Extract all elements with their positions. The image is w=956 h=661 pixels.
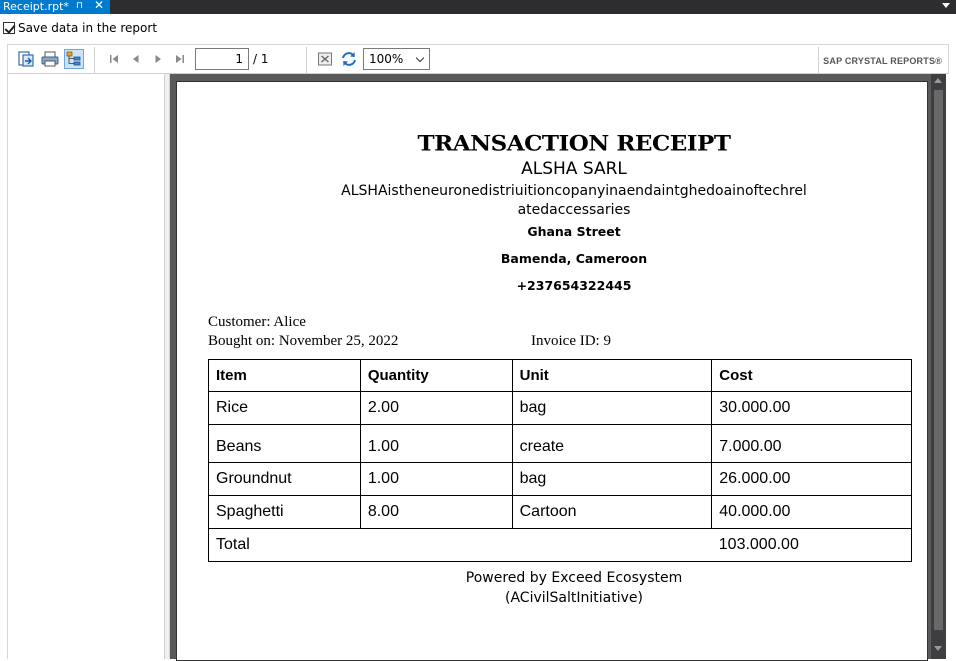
column-header-cost: Cost xyxy=(711,359,912,392)
toolbar-separator xyxy=(818,47,819,73)
document-tab-title: Receipt.rpt* xyxy=(3,0,69,13)
save-data-checkbox[interactable] xyxy=(3,22,15,34)
vertical-scrollbar[interactable] xyxy=(931,74,946,659)
export-button[interactable] xyxy=(16,49,36,69)
total-value: 103.000.00 xyxy=(711,528,912,562)
customer-line: Customer: Alice xyxy=(208,314,306,330)
toolbar-separator xyxy=(306,47,307,73)
first-page-icon xyxy=(110,55,118,63)
scrollbar-thumb[interactable] xyxy=(934,90,943,630)
first-page-button[interactable] xyxy=(104,49,124,69)
stop-icon xyxy=(318,52,332,66)
table-row: Beans 1.00 create 7.000.00 xyxy=(208,424,912,463)
purchase-date-line: Bought on: November 25, 2022 xyxy=(208,333,399,349)
stop-loading-button[interactable] xyxy=(315,49,335,69)
company-phone: +237654322445 xyxy=(516,278,632,293)
document-tab-bar: Receipt.rpt* ⊓ ✕ xyxy=(0,0,956,14)
cell-item: Rice xyxy=(208,391,361,425)
toggle-group-tree-button[interactable] xyxy=(64,49,84,69)
company-description: ALSHAistheneuronedistriuitioncopanyinaen… xyxy=(341,183,807,218)
cell-quantity: 1.00 xyxy=(359,462,513,496)
total-empty-cell xyxy=(360,528,513,562)
table-total-row: Total 103.000.00 xyxy=(208,528,912,562)
powered-by-footer: Powered by Exceed Ecosystem xyxy=(465,570,683,586)
refresh-icon xyxy=(342,52,356,66)
cell-quantity: 2.00 xyxy=(359,391,513,425)
total-label: Total xyxy=(208,528,361,562)
tab-list-dropdown-icon[interactable] xyxy=(942,3,950,8)
print-button[interactable] xyxy=(40,49,60,69)
next-page-button[interactable] xyxy=(148,49,168,69)
scroll-down-icon[interactable] xyxy=(934,646,942,651)
toolbar-separator xyxy=(94,47,95,73)
printer-icon xyxy=(41,51,59,67)
cell-cost: 26.000.00 xyxy=(711,462,912,496)
table-row: Rice 2.00 bag 30.000.00 xyxy=(208,391,912,425)
cell-quantity: 1.00 xyxy=(359,424,513,463)
cell-unit: create xyxy=(511,424,713,463)
report-title: TRANSACTION RECEIPT xyxy=(417,130,731,157)
cell-cost: 30.000.00 xyxy=(711,391,912,425)
items-table: Item Quantity Unit Cost Rice 2.00 bag 30… xyxy=(208,359,912,562)
sap-crystal-reports-logo: SAP CRYSTAL REPORTS® xyxy=(823,56,942,66)
previous-page-button[interactable] xyxy=(126,49,146,69)
column-header-unit: Unit xyxy=(511,359,713,392)
cell-item: Groundnut xyxy=(208,462,361,496)
cell-quantity: 8.00 xyxy=(359,495,513,529)
chevron-down-icon xyxy=(415,53,425,63)
viewer-toolbar: 1 / 1 100% SAP CRYSTAL REPORTS® xyxy=(7,44,949,74)
zoom-select[interactable]: 100% xyxy=(363,48,430,70)
close-icon[interactable]: ✕ xyxy=(94,0,104,12)
zoom-value: 100% xyxy=(369,52,404,66)
initiative-footer: (ACivilSaltInitiative) xyxy=(505,590,643,606)
table-row: Spaghetti 8.00 Cartoon 40.000.00 xyxy=(208,495,912,529)
cell-cost: 40.000.00 xyxy=(711,495,912,529)
document-tab-receipt[interactable]: Receipt.rpt* ⊓ ✕ xyxy=(0,0,110,14)
report-viewer-area: TRANSACTION RECEIPT ALSHA SARL ALSHAisth… xyxy=(170,74,931,661)
table-row: Groundnut 1.00 bag 26.000.00 xyxy=(208,462,912,496)
pin-icon[interactable]: ⊓ xyxy=(76,0,83,13)
company-name: ALSHA SARL xyxy=(521,159,627,179)
cell-item: Spaghetti xyxy=(208,495,361,529)
previous-page-icon xyxy=(133,55,139,63)
next-page-icon xyxy=(155,55,161,63)
group-tree-panel[interactable] xyxy=(7,74,165,659)
last-page-button[interactable] xyxy=(170,49,190,69)
page-number-input[interactable]: 1 xyxy=(195,48,249,70)
cell-cost: 7.000.00 xyxy=(711,424,912,463)
window-edge xyxy=(946,74,956,659)
cell-item: Beans xyxy=(208,424,361,463)
report-page: TRANSACTION RECEIPT ALSHA SARL ALSHAisth… xyxy=(176,81,928,661)
last-page-icon xyxy=(176,55,184,63)
refresh-button[interactable] xyxy=(339,49,359,69)
column-header-quantity: Quantity xyxy=(359,359,513,392)
column-header-item: Item xyxy=(208,359,361,392)
invoice-id-line: Invoice ID: 9 xyxy=(531,333,611,349)
scroll-up-icon[interactable] xyxy=(934,78,942,83)
export-icon xyxy=(18,51,34,67)
page-total-label: / 1 xyxy=(253,52,269,66)
save-data-label: Save data in the report xyxy=(18,21,158,35)
total-empty-cell xyxy=(512,528,712,562)
cell-unit: bag xyxy=(511,462,713,496)
group-tree-icon xyxy=(66,51,81,66)
company-street: Ghana Street xyxy=(527,224,621,239)
table-header-row: Item Quantity Unit Cost xyxy=(208,359,912,392)
cell-unit: bag xyxy=(511,391,713,425)
cell-unit: Cartoon xyxy=(511,495,713,529)
company-city: Bamenda, Cameroon xyxy=(500,251,648,266)
